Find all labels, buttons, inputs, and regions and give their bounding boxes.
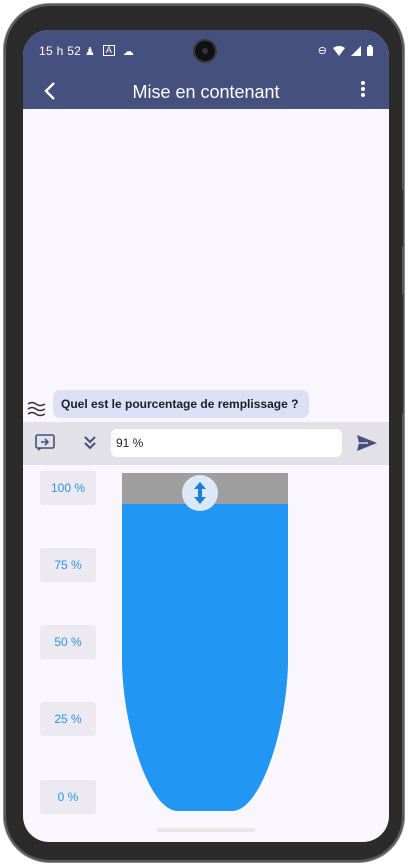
level-button-100[interactable]: 100 %	[40, 471, 96, 505]
signal-icon	[351, 45, 361, 56]
cloud-icon: ☁	[122, 46, 134, 58]
level-button-75[interactable]: 75 %	[40, 548, 96, 582]
status-bar: 15 h 52 ♟ A ☁ ⊖	[23, 30, 389, 73]
input-bar	[23, 422, 389, 465]
person-icon: ♟	[85, 46, 95, 58]
page-title: Mise en contenant	[132, 82, 280, 102]
question-bubble: Quel est le pourcentage de remplissage ?	[53, 390, 309, 418]
container-fill	[122, 504, 288, 811]
phone-frame: 15 h 52 ♟ A ☁ ⊖ Mise en contenant Quel e…	[4, 4, 404, 862]
battery-icon	[367, 45, 373, 56]
quick-reply-icon[interactable]	[35, 434, 55, 452]
send-icon[interactable]	[356, 434, 378, 452]
status-left-icons: ♟ A ☁	[85, 45, 134, 58]
wifi-icon	[333, 45, 345, 56]
power-button	[397, 189, 403, 247]
answer-input[interactable]	[111, 429, 342, 457]
level-button-25[interactable]: 25 %	[40, 702, 96, 736]
gesture-nav-bar[interactable]	[157, 828, 255, 832]
double-chevron-down-icon[interactable]	[83, 435, 97, 451]
do-not-disturb-icon: ⊖	[317, 45, 327, 57]
volume-button	[397, 294, 403, 414]
status-time: 15 h 52	[39, 44, 82, 58]
vertical-arrows-icon	[194, 482, 206, 504]
app-bar: Mise en contenant	[23, 73, 389, 109]
level-button-50[interactable]: 50 %	[40, 625, 96, 659]
waves-icon	[27, 401, 46, 417]
more-vert-icon[interactable]	[361, 81, 365, 99]
status-right-icons: ⊖	[318, 44, 373, 57]
screen: 15 h 52 ♟ A ☁ ⊖ Mise en contenant Quel e…	[23, 30, 389, 842]
container-gauge[interactable]	[122, 473, 288, 813]
level-button-0[interactable]: 0 %	[40, 780, 96, 814]
front-camera	[195, 41, 215, 61]
a-box-icon: A	[102, 45, 115, 56]
fill-level-handle[interactable]	[182, 475, 218, 511]
